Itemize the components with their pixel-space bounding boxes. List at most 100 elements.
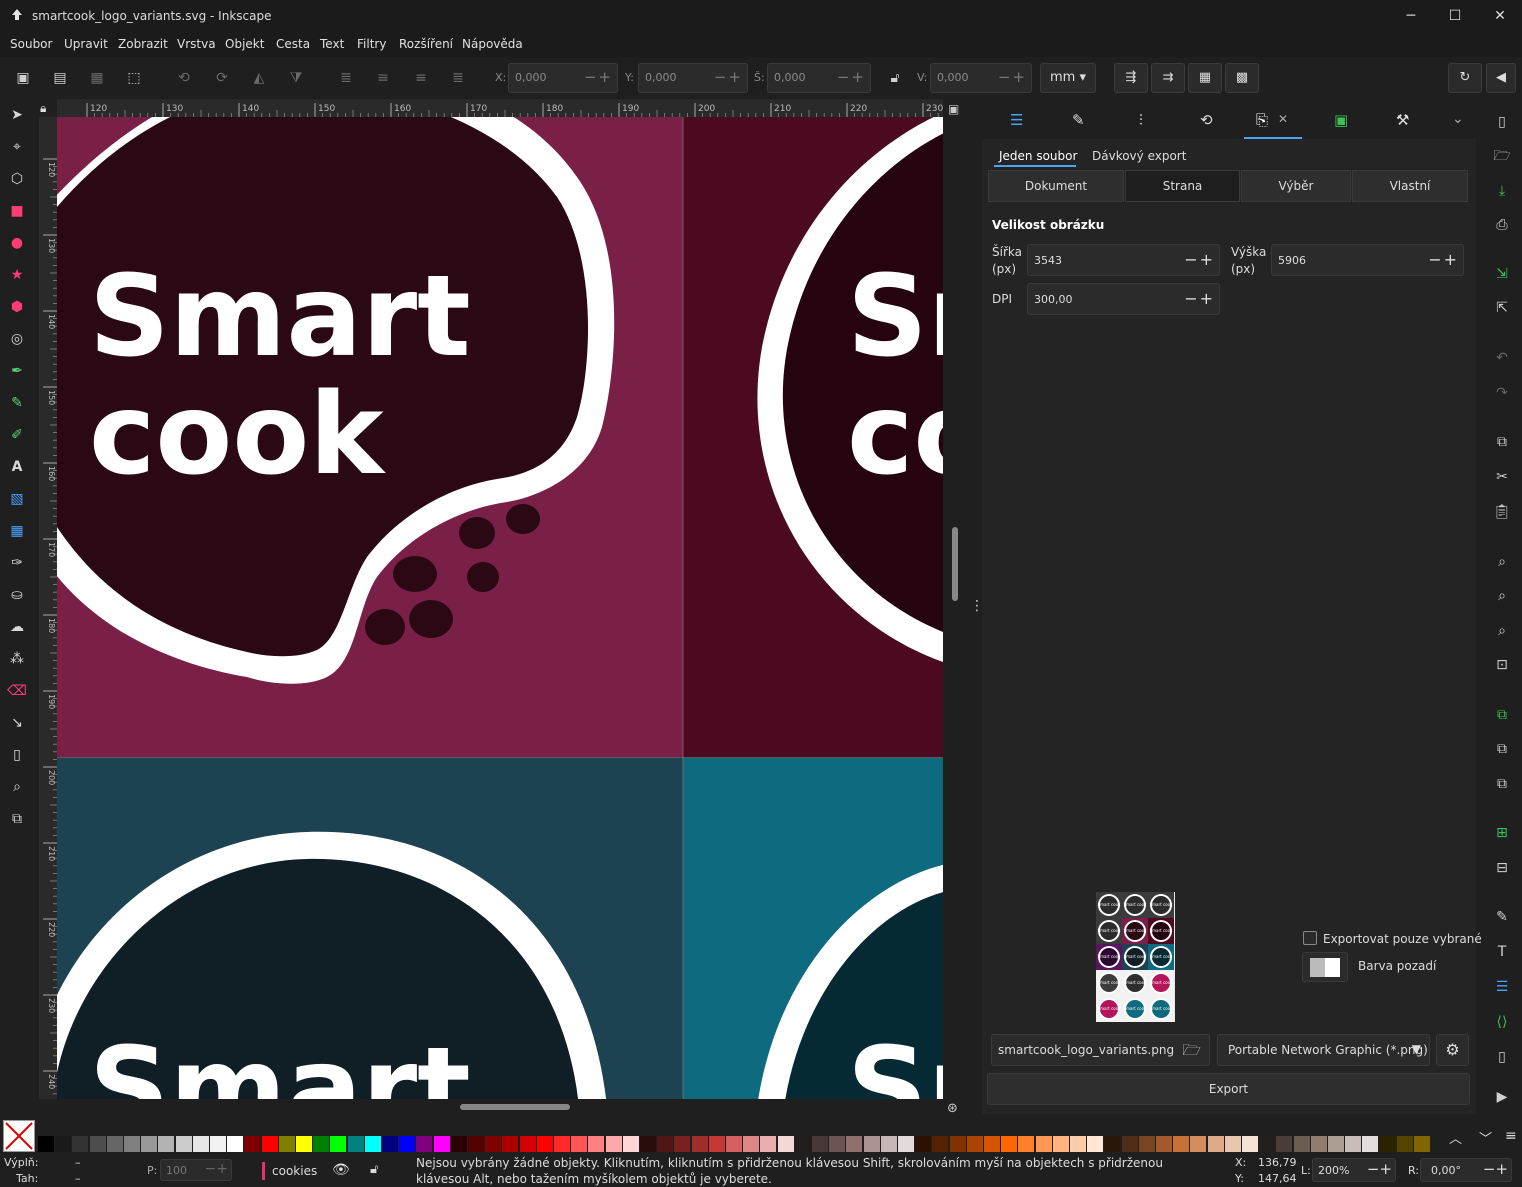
palette-swatch[interactable]	[915, 1136, 932, 1152]
save-icon[interactable]: ⤓	[1490, 179, 1514, 203]
ellipse-tool-icon[interactable]: ●	[4, 230, 30, 256]
mesh-tool-icon[interactable]: ▦	[4, 518, 30, 544]
palette-swatch[interactable]	[812, 1136, 828, 1152]
palette-swatch[interactable]	[966, 1136, 983, 1152]
more-tabs-chevron-icon[interactable]: ⌄	[1452, 111, 1464, 127]
transform-gradients-button[interactable]: ▦	[1188, 63, 1222, 93]
gradient-tool-icon[interactable]: ▧	[4, 486, 30, 512]
palette-swatch[interactable]	[364, 1136, 381, 1152]
palette-swatch[interactable]	[1293, 1136, 1310, 1152]
layers-dialog-icon[interactable]: ☰	[1010, 111, 1023, 129]
zoom-drawing-icon[interactable]: ⌕	[1490, 584, 1514, 608]
palette-swatch[interactable]	[192, 1136, 209, 1152]
palette-swatch[interactable]	[760, 1136, 777, 1152]
cut-icon[interactable]: ✂	[1490, 465, 1514, 489]
rotation-stepper-icon[interactable]: −+	[1483, 1160, 1508, 1178]
star-tool-icon[interactable]: ★	[4, 262, 30, 288]
menu-cesta[interactable]: Cesta	[276, 37, 310, 51]
measure-tool-icon[interactable]: ⧉	[4, 806, 30, 832]
mode-custom[interactable]: Vlastní	[1352, 170, 1468, 202]
opacity-stepper-icon[interactable]: −+	[205, 1161, 228, 1177]
select-all-icon[interactable]: ▣	[10, 65, 36, 91]
undo-icon[interactable]: ↶	[1490, 346, 1514, 370]
palette-swatch[interactable]	[1121, 1136, 1138, 1152]
zoom-page-icon[interactable]: ⌕	[1490, 619, 1514, 643]
x-stepper-icon[interactable]: −+	[584, 68, 613, 86]
rectangle-tool-icon[interactable]: ■	[4, 198, 30, 224]
color-manage-icon[interactable]: ⊛	[947, 1101, 958, 1116]
zoom-center-icon[interactable]: ⊡	[1490, 653, 1514, 677]
palette-swatch[interactable]	[1138, 1136, 1155, 1152]
palette-swatch[interactable]	[89, 1136, 106, 1152]
zoom-field[interactable]: 200% −+	[1312, 1158, 1396, 1182]
palette-swatch[interactable]	[1087, 1136, 1104, 1152]
pen-tool-icon[interactable]: ✒	[4, 358, 30, 384]
palette-swatch[interactable]	[210, 1136, 226, 1152]
palette-swatch[interactable]	[468, 1136, 484, 1152]
palette-swatch[interactable]	[691, 1136, 708, 1152]
palette-swatch[interactable]	[984, 1136, 1000, 1152]
spray-tool-icon[interactable]: ⁂	[4, 646, 30, 672]
palette-swatch[interactable]	[777, 1136, 794, 1152]
zoom-selection-icon[interactable]: ⌕	[1490, 550, 1514, 574]
calligraphy-tool-icon[interactable]: ✐	[4, 422, 30, 448]
rotation-field[interactable]: 0,00° −+	[1420, 1158, 1512, 1182]
display-mode-icon[interactable]: ▣	[948, 102, 959, 116]
export-settings-button[interactable]: ⚙	[1436, 1034, 1469, 1066]
palette-swatch[interactable]	[1310, 1136, 1327, 1152]
palette-swatch[interactable]	[708, 1136, 725, 1152]
palette-swatch[interactable]	[1001, 1136, 1018, 1152]
menu-filtry[interactable]: Filtry	[357, 37, 386, 51]
dropper-tool-icon[interactable]: ✑	[4, 550, 30, 576]
lock-ratio-icon[interactable]: 🔓︎	[882, 65, 908, 91]
paint-bucket-tool-icon[interactable]: ⛀	[4, 582, 30, 608]
text-font-icon[interactable]: T	[1490, 940, 1514, 964]
clone-icon[interactable]: ⧉	[1490, 737, 1514, 761]
group-icon[interactable]: ⊞	[1490, 821, 1514, 845]
palette-swatch[interactable]	[55, 1136, 72, 1152]
palette-swatch[interactable]	[1190, 1136, 1207, 1152]
background-color-button[interactable]	[1302, 952, 1348, 982]
rotate-ccw-icon[interactable]: ⟲	[171, 65, 197, 91]
deselect-icon[interactable]: ⬚	[121, 65, 147, 91]
palette-swatch[interactable]	[382, 1136, 398, 1152]
palette-swatch[interactable]	[106, 1136, 123, 1152]
palette-swatch[interactable]	[296, 1136, 312, 1152]
palette-swatch[interactable]	[1276, 1136, 1293, 1152]
fill-stroke-icon[interactable]: ✎	[1490, 905, 1514, 929]
palette-swatch[interactable]	[158, 1136, 175, 1152]
height-field[interactable]: V: 0,000 −+	[917, 63, 1032, 93]
scale-corners-button[interactable]: ⇉	[1151, 63, 1185, 93]
duplicate-icon[interactable]: ⧉	[1490, 703, 1514, 727]
palette-swatch[interactable]	[502, 1136, 519, 1152]
vertical-scroll-thumb[interactable]	[952, 527, 958, 601]
flip-horizontal-icon[interactable]: ◭	[246, 65, 272, 91]
redo-icon[interactable]: ↷	[1490, 381, 1514, 405]
rotate-cw-icon[interactable]: ⟳	[209, 65, 235, 91]
menu-vrstva[interactable]: Vrstva	[177, 37, 216, 51]
palette-swatch[interactable]	[1396, 1136, 1413, 1152]
ungroup-icon[interactable]: ⊟	[1490, 856, 1514, 880]
export-width-stepper-icon[interactable]: −+	[1184, 250, 1215, 269]
palette-swatch[interactable]	[1173, 1136, 1190, 1152]
palette-swatch[interactable]	[1224, 1136, 1241, 1152]
palette-swatch[interactable]	[416, 1136, 433, 1152]
palette-swatch[interactable]	[1345, 1136, 1362, 1152]
import-icon[interactable]: ⇲	[1490, 262, 1514, 286]
palette-swatch[interactable]	[485, 1136, 502, 1152]
palette-swatch[interactable]	[898, 1136, 914, 1152]
pages-tool-icon[interactable]: ▯	[4, 742, 30, 768]
palette-swatch[interactable]	[554, 1136, 570, 1152]
palette-swatch[interactable]	[949, 1136, 966, 1152]
document-properties-icon[interactable]: ▯	[1490, 1045, 1514, 1069]
palette-swatch[interactable]	[1052, 1136, 1069, 1152]
snap-toggle-button[interactable]: ↻	[1448, 63, 1482, 93]
width-stepper-icon[interactable]: −+	[837, 68, 866, 86]
current-layer[interactable]: cookies	[272, 1164, 317, 1178]
palette-swatch[interactable]	[605, 1136, 622, 1152]
palette-swatch[interactable]	[38, 1136, 54, 1152]
palette-swatch[interactable]	[932, 1136, 949, 1152]
unit-select[interactable]: mm ▾	[1040, 63, 1096, 93]
lower-to-bottom-icon[interactable]: ≣	[445, 65, 471, 91]
tab-single-file[interactable]: Jeden soubor	[999, 149, 1077, 163]
